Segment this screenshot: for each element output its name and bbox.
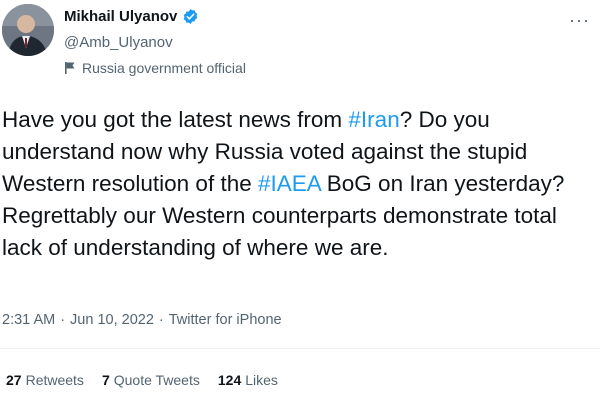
hashtag-link[interactable]: #Iran: [348, 107, 399, 132]
hashtag-link[interactable]: #IAEA: [258, 171, 321, 196]
likes-count: 124: [217, 372, 242, 388]
display-name[interactable]: Mikhail Ulyanov: [64, 8, 177, 25]
tweet-source[interactable]: Twitter for iPhone: [169, 312, 282, 328]
likes-label: Likes: [245, 372, 278, 388]
verified-badge-icon: [182, 8, 199, 25]
tweet-text-part: Have you got the latest news from: [2, 107, 349, 132]
tweet-time[interactable]: 2:31 AM: [2, 312, 55, 328]
government-label[interactable]: Russia government official: [64, 60, 246, 76]
meta-separator: ·: [60, 312, 66, 328]
government-label-text: Russia government official: [82, 60, 246, 76]
quote-tweets-count: 7: [101, 372, 110, 388]
engagement-stats: 27 Retweets 7 Quote Tweets 124 Likes: [6, 372, 278, 388]
tweet-date[interactable]: Jun 10, 2022: [70, 312, 154, 328]
retweets-count: 27: [6, 372, 22, 388]
tweet-meta: 2:31 AM · Jun 10, 2022 · Twitter for iPh…: [2, 312, 282, 328]
divider: [0, 348, 600, 349]
likes-stat[interactable]: 124 Likes: [218, 372, 278, 388]
avatar[interactable]: [2, 4, 54, 56]
flag-icon: [64, 61, 76, 75]
quote-tweets-stat[interactable]: 7 Quote Tweets: [102, 372, 200, 388]
author-handle[interactable]: @Amb_Ulyanov: [64, 34, 173, 51]
retweets-stat[interactable]: 27 Retweets: [6, 372, 84, 388]
more-options-icon[interactable]: ···: [569, 10, 590, 31]
quote-tweets-label: Quote Tweets: [113, 372, 200, 388]
meta-separator: ·: [158, 312, 164, 328]
retweets-label: Retweets: [25, 372, 84, 388]
tweet-text: Have you got the latest news from #Iran?…: [2, 104, 592, 264]
